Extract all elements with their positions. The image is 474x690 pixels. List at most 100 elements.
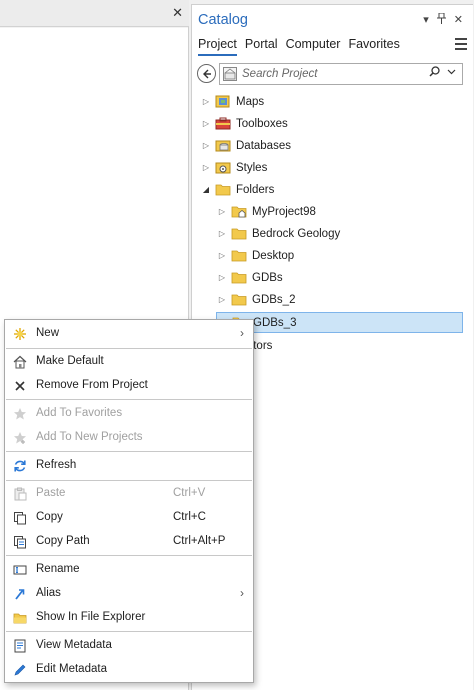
menu-item-add-to-favorites[interactable]: Add To Favorites [6,403,252,425]
menu-item-label: Add To New Projects [36,431,143,443]
menu-item-copy[interactable]: Copy Ctrl+C [6,507,252,529]
menu-item-show-in-file-explorer[interactable]: Show In File Explorer [6,607,252,629]
menu-separator [6,480,252,481]
menu-shortcut: Ctrl+C [173,511,206,523]
tab-favorites[interactable]: Favorites [348,37,399,56]
expand-arrow-icon[interactable]: ▷ [216,207,228,216]
tree-item-folders[interactable]: ◢ Folders [200,179,274,200]
tab-computer[interactable]: Computer [286,37,341,56]
menu-item-remove-from-project[interactable]: Remove From Project [6,375,252,397]
menu-item-new[interactable]: New › [6,323,252,345]
star-plus-icon [13,431,27,445]
new-icon [13,327,27,341]
tree-item-label: Toolboxes [236,117,288,130]
menu-item-make-default[interactable]: Make Default [6,351,252,373]
chevron-down-icon[interactable]: ▾ [423,13,429,27]
back-arrow-icon[interactable] [197,64,216,83]
menu-item-label: View Metadata [36,639,112,651]
menu-item-label: Copy Path [36,535,90,547]
tree-item-label: Styles [236,161,268,174]
collapse-arrow-icon[interactable]: ◢ [200,185,212,194]
tree-item-label: GDBs_2 [252,293,296,306]
menu-item-alias[interactable]: Alias › [6,583,252,605]
expand-arrow-icon[interactable]: ▷ [216,273,228,282]
expand-arrow-icon[interactable]: ▷ [216,295,228,304]
pane-controls: ▾ ✕ [423,12,463,27]
tree-item-desktop[interactable]: ▷ Desktop [216,245,294,266]
expand-arrow-icon[interactable]: ▷ [200,163,212,172]
menu-item-paste[interactable]: Paste Ctrl+V [6,483,252,505]
menu-separator [6,631,252,632]
x-icon [13,379,27,393]
menu-shortcut: Ctrl+Alt+P [173,535,226,547]
catalog-title: Catalog [198,12,248,28]
tree-item-bedrock-geology[interactable]: ▷ Bedrock Geology [216,223,340,244]
menu-item-copy-path[interactable]: Copy Path Ctrl+Alt+P [6,531,252,553]
expand-arrow-icon[interactable]: ▷ [200,97,212,106]
rename-icon [13,563,27,577]
tab-project[interactable]: Project [198,37,237,56]
folder-icon [231,249,247,262]
copy-path-icon [13,535,27,549]
menu-separator [6,348,252,349]
folder-icon [231,293,247,306]
search-input[interactable] [242,66,422,82]
menu-separator [6,555,252,556]
tree-item-label: GDBs_3 [253,316,297,329]
home-icon [13,355,27,369]
view-metadata-icon [13,639,27,653]
tree-item-gdbs-2[interactable]: ▷ GDBs_2 [216,289,296,310]
search-icon[interactable] [429,66,440,80]
expand-arrow-icon[interactable]: ▷ [216,251,228,260]
close-icon[interactable]: ✕ [454,13,463,27]
styles-icon [215,161,231,174]
tree-item-databases[interactable]: ▷ Databases [200,135,291,156]
close-icon[interactable]: ✕ [172,5,183,21]
menu-item-label: Edit Metadata [36,663,107,675]
menu-item-label: Show In File Explorer [36,611,146,623]
menu-item-label: Make Default [36,355,104,367]
tree-item-styles[interactable]: ▷ Styles [200,157,267,178]
context-menu: New › Make Default Remove From Project A… [4,319,254,683]
menu-item-label: Remove From Project [36,379,148,391]
menu-item-add-to-new-projects[interactable]: Add To New Projects [6,427,252,449]
folder-icon [231,227,247,240]
refresh-icon [13,459,27,473]
menu-item-label: Refresh [36,459,77,471]
menu-item-label: Rename [36,563,80,575]
menu-item-label: Add To Favorites [36,407,123,419]
menu-item-refresh[interactable]: Refresh [6,455,252,477]
tree-item-label: MyProject98 [252,205,316,218]
maps-icon [215,95,231,108]
map-view-header: ✕ [0,0,189,27]
expand-arrow-icon[interactable]: ▷ [216,229,228,238]
tree-item-toolboxes[interactable]: ▷ Toolboxes [200,113,288,134]
menu-separator [6,399,252,400]
tree-item-label: Bedrock Geology [252,227,341,240]
menu-separator [6,451,252,452]
search-scope-icon[interactable] [223,67,237,81]
chevron-down-icon[interactable] [447,67,456,79]
tree-item-label: Desktop [252,249,295,262]
tree-item-gdbs[interactable]: ▷ GDBs [216,267,283,288]
expand-arrow-icon[interactable]: ▷ [200,141,212,150]
menu-item-edit-metadata[interactable]: Edit Metadata [6,659,252,681]
file-explorer-icon [13,611,27,625]
menu-item-label: Paste [36,487,66,499]
tree-item-label: Databases [236,139,291,152]
menu-item-view-metadata[interactable]: View Metadata [6,635,252,657]
tree-item-label: Maps [236,95,265,108]
tree-item-myproject98[interactable]: ▷ MyProject98 [216,201,316,222]
pin-icon[interactable] [436,12,446,27]
home-folder-icon [231,205,247,218]
hamburger-menu-icon[interactable] [455,38,467,53]
tab-portal[interactable]: Portal [245,37,278,56]
search-box [219,63,463,85]
copy-icon [13,511,27,525]
toolbox-icon [215,117,231,130]
menu-item-rename[interactable]: Rename [6,559,252,581]
folder-icon [215,183,231,196]
menu-item-label: Alias [36,587,61,599]
expand-arrow-icon[interactable]: ▷ [200,119,212,128]
tree-item-maps[interactable]: ▷ Maps [200,91,264,112]
